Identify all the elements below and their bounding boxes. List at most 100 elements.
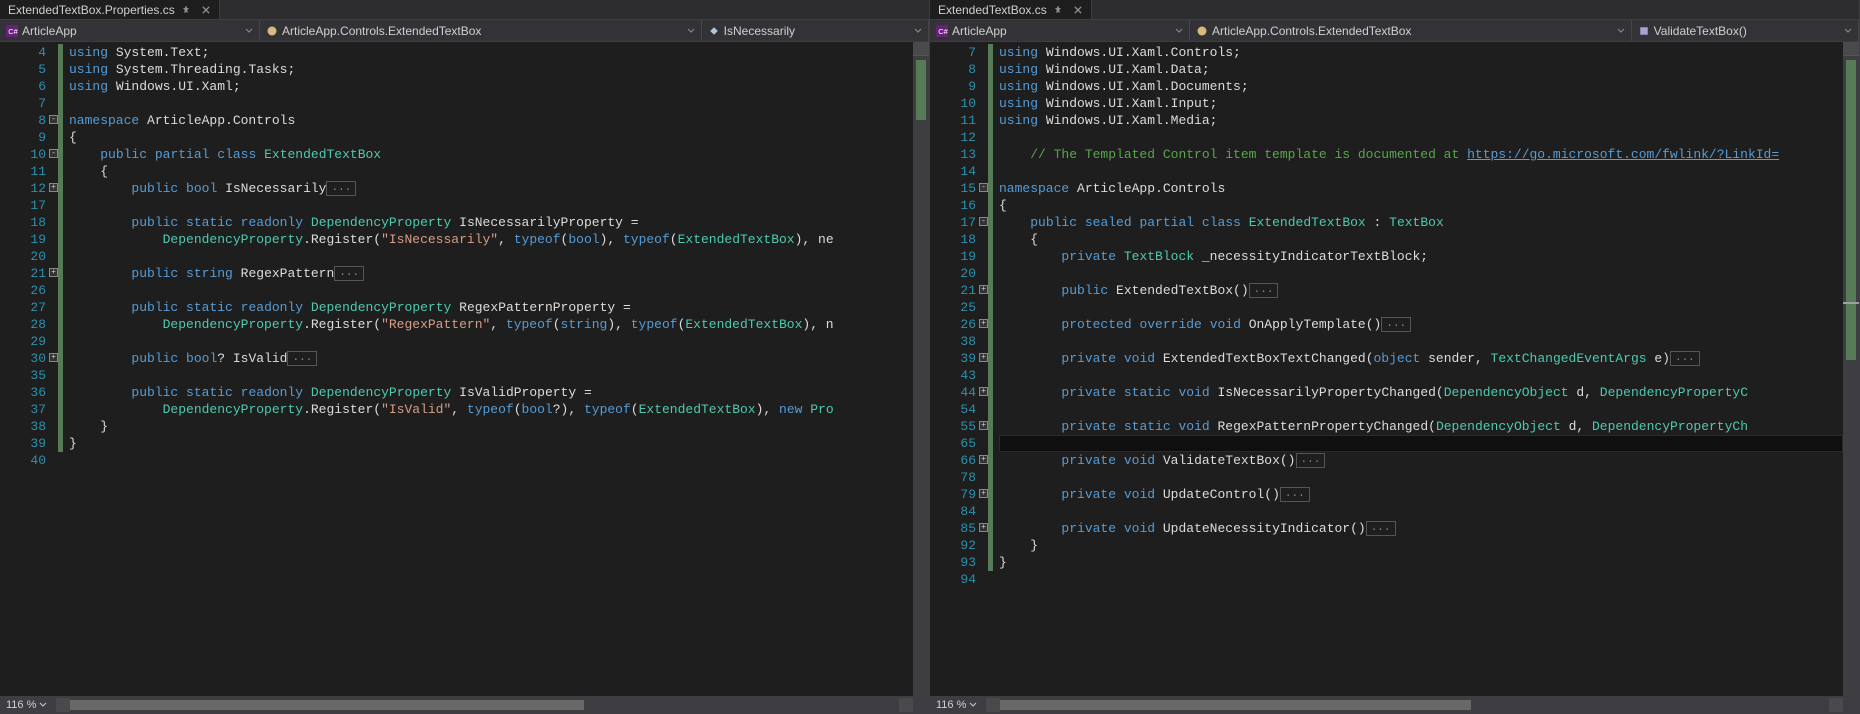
code-area[interactable]: using System.Text;using System.Threading… bbox=[63, 42, 913, 696]
fold-collapsed-icon[interactable]: + bbox=[979, 353, 988, 362]
fold-collapsed-icon[interactable]: + bbox=[49, 183, 58, 192]
nav-member[interactable]: IsNecessarily bbox=[702, 20, 929, 41]
collapsed-region[interactable]: ... bbox=[334, 266, 364, 281]
code-line[interactable]: private void ValidateTextBox()... bbox=[999, 452, 1843, 469]
code-line[interactable]: } bbox=[69, 418, 913, 435]
code-line[interactable]: public bool IsNecessarily... bbox=[69, 180, 913, 197]
scroll-right-arrow[interactable] bbox=[1829, 698, 1843, 712]
code-line[interactable]: public string RegexPattern... bbox=[69, 265, 913, 282]
code-line[interactable]: } bbox=[69, 435, 913, 452]
fold-collapsed-icon[interactable]: + bbox=[979, 319, 988, 328]
fold-expanded-icon[interactable]: - bbox=[49, 115, 58, 124]
code-line[interactable]: } bbox=[999, 554, 1843, 571]
code-line[interactable] bbox=[999, 163, 1843, 180]
nav-class[interactable]: ArticleApp.Controls.ExtendedTextBox bbox=[260, 20, 702, 41]
code-line[interactable]: public sealed partial class ExtendedText… bbox=[999, 214, 1843, 231]
fold-collapsed-icon[interactable]: + bbox=[979, 421, 988, 430]
code-line[interactable]: namespace ArticleApp.Controls bbox=[999, 180, 1843, 197]
code-line[interactable]: private static void IsNecessarilyPropert… bbox=[999, 384, 1843, 401]
code-line[interactable] bbox=[69, 282, 913, 299]
code-line[interactable] bbox=[69, 452, 913, 469]
code-line[interactable]: public static readonly DependencyPropert… bbox=[69, 384, 913, 401]
code-line[interactable]: using Windows.UI.Xaml.Data; bbox=[999, 61, 1843, 78]
code-line[interactable]: private static void RegexPatternProperty… bbox=[999, 418, 1843, 435]
code-line[interactable]: public bool? IsValid... bbox=[69, 350, 913, 367]
close-icon[interactable] bbox=[1069, 5, 1083, 15]
collapsed-region[interactable]: ... bbox=[1280, 487, 1310, 502]
pin-icon[interactable] bbox=[1053, 5, 1063, 15]
code-line[interactable]: { bbox=[69, 163, 913, 180]
code-line[interactable]: private void ExtendedTextBoxTextChanged(… bbox=[999, 350, 1843, 367]
file-tab[interactable]: ExtendedTextBox.Properties.cs bbox=[0, 0, 220, 19]
code-line[interactable]: public static readonly DependencyPropert… bbox=[69, 214, 913, 231]
code-line[interactable]: using Windows.UI.Xaml.Documents; bbox=[999, 78, 1843, 95]
code-line[interactable]: private void UpdateControl()... bbox=[999, 486, 1843, 503]
code-line[interactable]: using Windows.UI.Xaml; bbox=[69, 78, 913, 95]
code-line[interactable]: { bbox=[69, 129, 913, 146]
fold-collapsed-icon[interactable]: + bbox=[49, 268, 58, 277]
code-line[interactable]: public ExtendedTextBox()... bbox=[999, 282, 1843, 299]
scroll-left-arrow[interactable] bbox=[56, 698, 70, 712]
code-line[interactable] bbox=[999, 333, 1843, 350]
split-handle-icon[interactable] bbox=[1843, 42, 1859, 56]
collapsed-region[interactable]: ... bbox=[1670, 351, 1700, 366]
code-line[interactable]: using Windows.UI.Xaml.Input; bbox=[999, 95, 1843, 112]
split-handle-icon[interactable] bbox=[913, 42, 929, 56]
collapsed-region[interactable]: ... bbox=[1381, 317, 1411, 332]
horizontal-scrollbar[interactable] bbox=[986, 698, 1843, 712]
code-line[interactable] bbox=[999, 401, 1843, 418]
fold-collapsed-icon[interactable]: + bbox=[979, 387, 988, 396]
editor[interactable]: 45678-910-1112+1718192021+2627282930+353… bbox=[0, 42, 929, 696]
vertical-scrollbar[interactable] bbox=[913, 42, 929, 696]
code-line[interactable] bbox=[999, 571, 1843, 588]
fold-collapsed-icon[interactable]: + bbox=[979, 523, 988, 532]
code-line[interactable]: DependencyProperty.Register("RegexPatter… bbox=[69, 316, 913, 333]
collapsed-region[interactable]: ... bbox=[1249, 283, 1279, 298]
scroll-right-arrow[interactable] bbox=[899, 698, 913, 712]
code-line[interactable]: public static readonly DependencyPropert… bbox=[69, 299, 913, 316]
collapsed-region[interactable]: ... bbox=[1296, 453, 1326, 468]
collapsed-region[interactable]: ... bbox=[326, 181, 356, 196]
file-tab[interactable]: ExtendedTextBox.cs bbox=[930, 0, 1092, 19]
code-line[interactable] bbox=[999, 469, 1843, 486]
code-line[interactable]: private TextBlock _necessityIndicatorTex… bbox=[999, 248, 1843, 265]
fold-expanded-icon[interactable]: - bbox=[979, 217, 988, 226]
code-line[interactable] bbox=[999, 503, 1843, 520]
vertical-scrollbar[interactable] bbox=[1843, 42, 1859, 696]
fold-collapsed-icon[interactable]: + bbox=[979, 285, 988, 294]
code-line[interactable] bbox=[999, 299, 1843, 316]
nav-project[interactable]: C# ArticleApp bbox=[0, 20, 260, 41]
collapsed-region[interactable]: ... bbox=[1366, 521, 1396, 536]
close-icon[interactable] bbox=[197, 5, 211, 15]
fold-collapsed-icon[interactable]: + bbox=[49, 353, 58, 362]
code-line[interactable]: using System.Threading.Tasks; bbox=[69, 61, 913, 78]
code-line[interactable] bbox=[69, 333, 913, 350]
code-line[interactable]: protected override void OnApplyTemplate(… bbox=[999, 316, 1843, 333]
zoom-level[interactable]: 116 % bbox=[0, 699, 56, 711]
scroll-left-arrow[interactable] bbox=[986, 698, 1000, 712]
code-line[interactable]: private void UpdateNecessityIndicator().… bbox=[999, 520, 1843, 537]
code-line[interactable]: // The Templated Control item template i… bbox=[999, 146, 1843, 163]
code-line[interactable] bbox=[69, 248, 913, 265]
code-line[interactable]: using System.Text; bbox=[69, 44, 913, 61]
code-area[interactable]: using Windows.UI.Xaml.Controls;using Win… bbox=[993, 42, 1843, 696]
code-line[interactable] bbox=[999, 367, 1843, 384]
scroll-thumb[interactable] bbox=[70, 700, 584, 710]
code-line[interactable] bbox=[69, 367, 913, 384]
pin-icon[interactable] bbox=[181, 5, 191, 15]
code-line[interactable] bbox=[69, 95, 913, 112]
fold-collapsed-icon[interactable]: + bbox=[979, 489, 988, 498]
code-line[interactable]: DependencyProperty.Register("IsNecessari… bbox=[69, 231, 913, 248]
code-line[interactable]: DependencyProperty.Register("IsValid", t… bbox=[69, 401, 913, 418]
nav-project[interactable]: C# ArticleApp bbox=[930, 20, 1190, 41]
code-line[interactable]: using Windows.UI.Xaml.Media; bbox=[999, 112, 1843, 129]
fold-expanded-icon[interactable]: - bbox=[49, 149, 58, 158]
code-line[interactable]: { bbox=[999, 197, 1843, 214]
nav-class[interactable]: ArticleApp.Controls.ExtendedTextBox bbox=[1190, 20, 1632, 41]
code-line[interactable]: public partial class ExtendedTextBox bbox=[69, 146, 913, 163]
code-line[interactable] bbox=[999, 129, 1843, 146]
horizontal-scrollbar[interactable] bbox=[56, 698, 913, 712]
code-line[interactable]: using Windows.UI.Xaml.Controls; bbox=[999, 44, 1843, 61]
code-line[interactable] bbox=[999, 435, 1843, 452]
code-line[interactable] bbox=[999, 265, 1843, 282]
